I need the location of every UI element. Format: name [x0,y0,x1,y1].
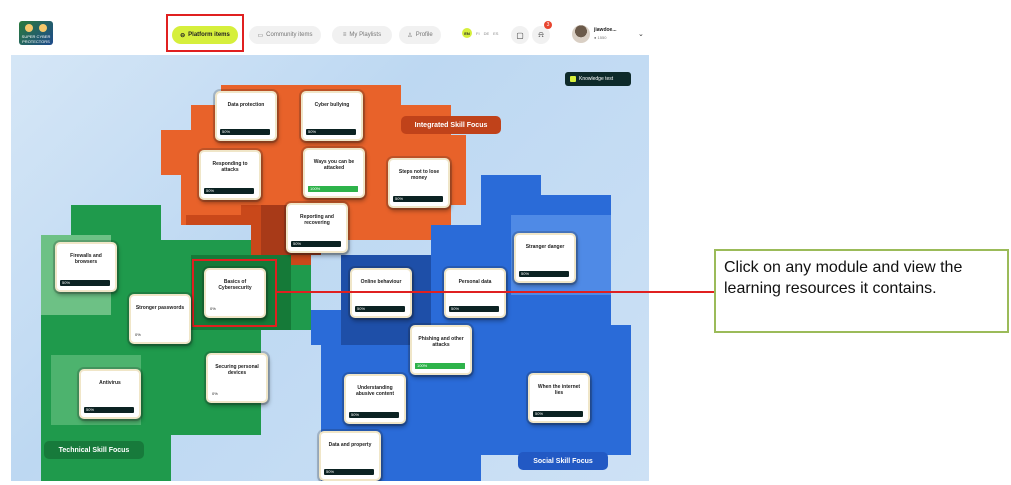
nav-profile[interactable]: ♙ Profile [399,26,441,44]
logo-character-icon [25,24,33,32]
module-title: Responding to attacks [212,161,248,173]
quiz-icon [570,76,576,82]
module-card[interactable]: Basics of Cybersecurity 0% [204,268,266,318]
lang-option[interactable]: DE [484,31,490,36]
callout-box: Click on any module and view the learnin… [714,249,1009,333]
lang-option[interactable]: FI [476,31,480,36]
progress-bar: 50% [204,188,254,194]
progress-text: 0% [135,332,141,337]
module-card[interactable]: Personal data 50% [444,268,506,318]
module-title: Personal data [458,279,492,285]
notification-badge: 3 [544,21,552,29]
module-title: Data protection [227,102,265,108]
chat-icon: ▢ [516,30,524,40]
progress-bar: 50% [533,411,583,417]
callout-text: Click on any module and view the learnin… [724,259,963,297]
messages-button[interactable]: ▢ [511,26,529,44]
module-card[interactable]: Stranger danger 50% [514,233,576,283]
skill-map: Knowledge test Integrated Skill Focus Te… [11,55,649,481]
knowledge-test-button[interactable]: Knowledge test [565,72,631,86]
progress-bar: 50% [60,280,110,286]
module-card[interactable]: When the internet lies 50% [528,373,590,423]
chevron-down-icon[interactable]: ⌄ [638,30,644,38]
module-card[interactable]: Reporting and recovering 50% [286,203,348,253]
logo-character-icon [39,24,47,32]
nav-label: Profile [415,32,433,38]
progress-bar: 100% [308,186,358,192]
progress-bar: 50% [355,306,405,312]
module-card[interactable]: Firewalls and browsers 50% [55,242,117,292]
progress-bar: 50% [306,129,356,135]
module-card[interactable]: Phishing and other attacks 100% [410,325,472,375]
avatar[interactable] [572,25,590,43]
language-switcher[interactable]: EN FI DE ES [462,28,498,38]
module-card[interactable]: Online behaviour 50% [350,268,412,318]
nav-label: My Playlists [349,32,382,38]
progress-bar: 50% [519,271,569,277]
module-card[interactable]: Data protection 50% [215,91,277,141]
module-title: Basics of Cybersecurity [218,279,252,291]
progress-text: 0% [210,306,216,311]
nav-community-items[interactable]: ▭ Community items [249,26,321,44]
module-card[interactable]: Securing personal devices 0% [206,353,268,403]
module-title: Ways you can be attacked [313,159,355,171]
knowledge-test-label: Knowledge test [579,76,614,82]
module-card[interactable]: Antivirus 50% [79,369,141,419]
module-title: Antivirus [99,380,121,386]
region-label-integrated: Integrated Skill Focus [401,116,501,134]
module-title: Phishing and other attacks [418,336,464,348]
progress-bar: 50% [324,469,374,475]
logo-text: SUPER CYBER PROTECTORS [21,34,51,44]
module-title: Stranger danger [525,244,565,250]
module-card[interactable]: Cyber bullying 50% [301,91,363,141]
progress-text: 0% [212,391,218,396]
user-icon: ♙ [407,32,413,39]
module-title: Stronger passwords [135,305,185,311]
module-title: Securing personal devices [215,364,259,376]
module-card[interactable]: Responding to attacks 50% [199,150,261,200]
progress-bar: 50% [291,241,341,247]
lang-active[interactable]: EN [462,28,472,38]
progress-bar: 50% [84,407,134,413]
coin-count: 1550 [597,35,607,40]
progress-bar: 50% [220,129,270,135]
module-card[interactable]: Stronger passwords 0% [129,294,191,344]
module-title: Cyber bullying [314,102,350,108]
bell-icon: ⍾ [538,30,544,39]
user-coins: ● 1550 [594,35,607,40]
highlight-box-platform-items [166,14,244,52]
module-title: When the internet lies [537,384,581,396]
folder-icon: ▭ [257,32,264,39]
progress-bar: 50% [349,412,399,418]
region-label-technical: Technical Skill Focus [44,441,144,459]
module-title: Reporting and recovering [300,214,334,226]
callout-arrow [276,291,715,293]
progress-bar: 100% [415,363,465,369]
top-bar: SUPER CYBER PROTECTORS ⊖ Platform items … [11,11,649,55]
module-title: Data and property [328,442,372,448]
lang-option[interactable]: ES [493,31,498,36]
progress-bar: 50% [449,306,499,312]
module-title: Online behaviour [360,279,402,285]
app-window: SUPER CYBER PROTECTORS ⊖ Platform items … [11,11,649,481]
nav-label: Community items [266,32,313,38]
nav-my-playlists[interactable]: ≡ My Playlists [332,26,392,44]
module-card[interactable]: Steps not to lose money 50% [388,158,450,208]
progress-bar: 50% [393,196,443,202]
module-card[interactable]: Ways you can be attacked 100% [303,148,365,198]
module-card[interactable]: Understanding abusive content 50% [344,374,406,424]
module-title: Steps not to lose money [398,169,440,181]
user-name: jiawdoe... [594,27,617,33]
module-title: Firewalls and browsers [70,253,102,265]
region-label-social: Social Skill Focus [518,452,608,470]
playlist-icon: ≡ [342,32,347,38]
app-logo[interactable]: SUPER CYBER PROTECTORS [19,21,53,45]
module-card[interactable]: Data and property 50% [319,431,381,481]
module-title: Understanding abusive content [355,385,395,397]
